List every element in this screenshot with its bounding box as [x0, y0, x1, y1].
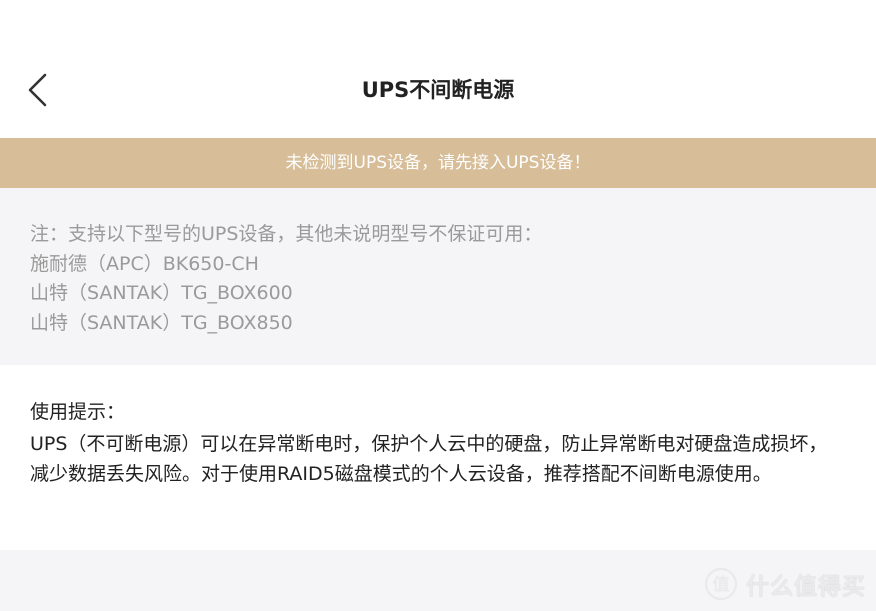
model-item: 施耐德（APC）BK650-CH [30, 252, 259, 275]
svg-text:值: 值 [713, 574, 730, 595]
usage-tips-body: UPS（不可断电源）可以在异常断电时，保护个人云中的硬盘，防止异常断电对硬盘造成… [30, 433, 828, 485]
header: UPS不间断电源 [0, 0, 876, 138]
models-note: 注：支持以下型号的UPS设备，其他未说明型号不保证可用： [30, 223, 543, 245]
supported-models-list: 注：支持以下型号的UPS设备，其他未说明型号不保证可用： 施耐德（APC）BK6… [30, 220, 542, 338]
watermark: 值 什么值得买 [704, 567, 866, 601]
ups-not-detected-banner: 未检测到UPS设备，请先接入UPS设备！ [0, 138, 876, 188]
usage-tips-title: 使用提示： [30, 401, 126, 423]
smzdm-logo-icon: 值 [704, 567, 738, 601]
supported-models-section: 注：支持以下型号的UPS设备，其他未说明型号不保证可用： 施耐德（APC）BK6… [0, 188, 876, 365]
usage-tips-section: 使用提示： UPS（不可断电源）可以在异常断电时，保护个人云中的硬盘，防止异常断… [0, 365, 876, 550]
model-item: 山特（SANTAK）TG_BOX850 [30, 311, 293, 334]
watermark-text: 什么值得买 [746, 574, 866, 600]
page-title: UPS不间断电源 [361, 78, 515, 102]
model-item: 山特（SANTAK）TG_BOX600 [30, 282, 293, 304]
